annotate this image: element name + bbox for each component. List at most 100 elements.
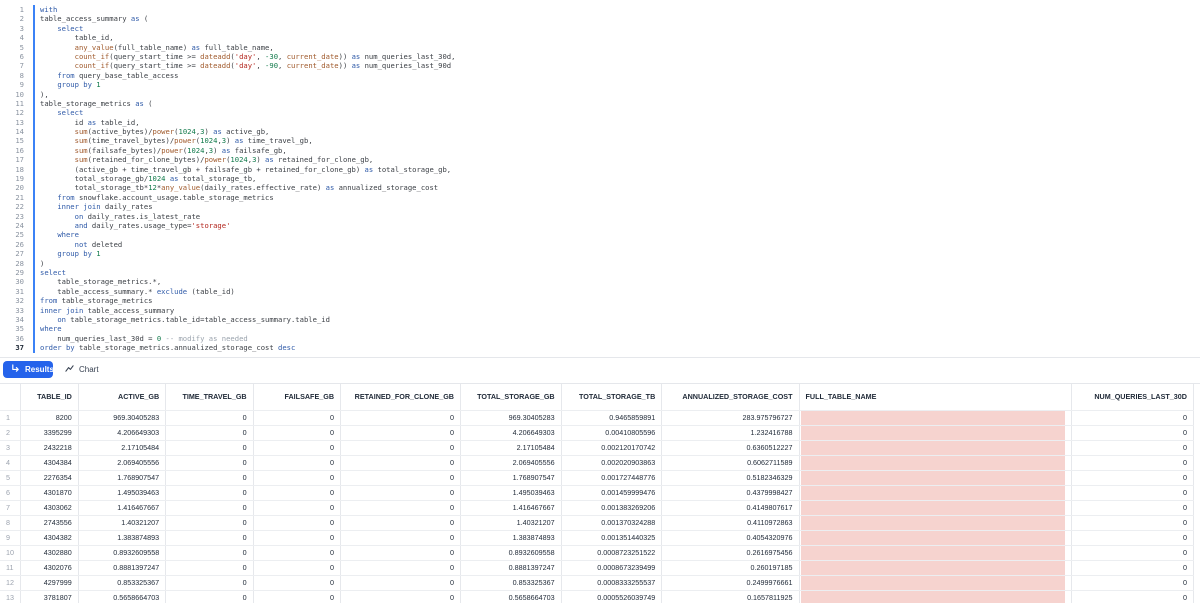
table-row[interactable]: 5 2276354 1.768907547 0 0 0 1.768907547 0.00172…: [0, 470, 1195, 486]
code-line[interactable]: select: [40, 108, 455, 117]
table-cell[interactable]: 0: [165, 485, 254, 501]
table-cell[interactable]: 969.30405283: [78, 410, 167, 426]
code-area[interactable]: with table_access_summary as ( select tab…: [40, 5, 455, 352]
code-line[interactable]: and daily_rates.usage_type='storage': [40, 221, 455, 230]
table-cell[interactable]: 1.495039463: [78, 485, 167, 501]
table-cell[interactable]: 1.768907547: [78, 470, 167, 486]
table-cell[interactable]: 3395299: [20, 425, 79, 441]
code-line[interactable]: table_storage_metrics.*,: [40, 277, 455, 286]
table-cell[interactable]: 0.5658664703: [78, 590, 167, 603]
table-cell[interactable]: 0: [340, 425, 461, 441]
code-line[interactable]: on table_storage_metrics.table_id=table_…: [40, 315, 455, 324]
column-header[interactable]: FAILSAFE_GB: [253, 384, 342, 411]
table-cell[interactable]: 0.00410805596: [561, 425, 663, 441]
table-cell[interactable]: 2.17105484: [78, 440, 167, 456]
column-header[interactable]: ACTIVE_GB: [78, 384, 167, 411]
table-cell[interactable]: 0: [253, 440, 342, 456]
table-cell[interactable]: 0: [165, 470, 254, 486]
redacted-table-name-cell[interactable]: [799, 530, 1072, 546]
table-cell[interactable]: 4304382: [20, 530, 79, 546]
code-line[interactable]: where: [40, 230, 455, 239]
tab-results[interactable]: Results: [3, 361, 54, 378]
table-cell[interactable]: 0.4379998427: [661, 485, 800, 501]
table-cell[interactable]: 0: [253, 425, 342, 441]
table-row[interactable]: 12 4297999 0.853325367 0 0 0 0.853325367 0.0008…: [0, 575, 1195, 591]
table-cell[interactable]: 1.383874893: [78, 530, 167, 546]
code-line[interactable]: on daily_rates.is_latest_rate: [40, 212, 455, 221]
column-header[interactable]: RETAINED_FOR_CLONE_GB: [340, 384, 461, 411]
table-cell[interactable]: 0.0008673239499: [561, 560, 663, 576]
table-cell[interactable]: 0.001727448776: [561, 470, 663, 486]
table-cell[interactable]: 4302880: [20, 545, 79, 561]
redacted-table-name-cell[interactable]: [799, 500, 1072, 516]
column-header[interactable]: NUM_QUERIES_LAST_30D: [1071, 384, 1195, 411]
table-cell[interactable]: 283.975796727: [661, 410, 800, 426]
table-cell[interactable]: 1.495039463: [460, 485, 562, 501]
table-cell[interactable]: 0.2499976661: [661, 575, 800, 591]
table-row[interactable]: 10 4302880 0.8932609558 0 0 0 0.8932609558 0.00…: [0, 545, 1195, 561]
redacted-table-name-cell[interactable]: [799, 515, 1072, 531]
table-cell[interactable]: 4304384: [20, 455, 79, 471]
code-line[interactable]: table_storage_metrics as (: [40, 99, 455, 108]
table-cell[interactable]: 0: [253, 590, 342, 603]
table-cell[interactable]: 1.768907547: [460, 470, 562, 486]
table-cell[interactable]: 0: [165, 440, 254, 456]
code-line[interactable]: sum(time_travel_bytes)/power(1024,3) as …: [40, 136, 455, 145]
table-cell[interactable]: 4303062: [20, 500, 79, 516]
table-cell[interactable]: 0.8932609558: [78, 545, 167, 561]
code-line[interactable]: with: [40, 5, 455, 14]
table-cell[interactable]: 0.002120170742: [561, 440, 663, 456]
table-cell[interactable]: 0: [340, 440, 461, 456]
code-line[interactable]: ): [40, 259, 455, 268]
code-line[interactable]: group by 1: [40, 249, 455, 258]
column-header[interactable]: [0, 384, 21, 411]
table-cell[interactable]: 1.383874893: [460, 530, 562, 546]
code-line[interactable]: table_access_summary.* exclude (table_id…: [40, 287, 455, 296]
code-line[interactable]: count_if(query_start_time >= dateadd('da…: [40, 52, 456, 61]
table-row[interactable]: 7 4303062 1.416467667 0 0 0 1.416467667 0.00138…: [0, 500, 1195, 516]
table-cell[interactable]: 2.17105484: [460, 440, 562, 456]
column-header[interactable]: TIME_TRAVEL_GB: [165, 384, 254, 411]
table-cell[interactable]: 1.232416788: [661, 425, 800, 441]
code-line[interactable]: from table_storage_metrics: [40, 296, 455, 305]
table-cell[interactable]: 0: [253, 410, 342, 426]
table-cell[interactable]: 0: [340, 530, 461, 546]
table-cell[interactable]: 0.0008333255537: [561, 575, 663, 591]
code-line[interactable]: table_access_summary as (: [40, 14, 455, 23]
code-line[interactable]: from query_base_table_access: [40, 71, 455, 80]
table-cell[interactable]: 0.260197185: [661, 560, 800, 576]
table-row[interactable]: 3 2432218 2.17105484 0 0 0 2.17105484 0.0021201…: [0, 440, 1195, 456]
redacted-table-name-cell[interactable]: [799, 425, 1072, 441]
table-cell[interactable]: 0: [165, 515, 254, 531]
redacted-table-name-cell[interactable]: [799, 590, 1072, 603]
table-cell[interactable]: 3781807: [20, 590, 79, 603]
table-cell[interactable]: 0.1657811925: [661, 590, 800, 603]
table-cell[interactable]: 0: [165, 500, 254, 516]
tab-chart[interactable]: Chart: [57, 361, 107, 378]
table-cell[interactable]: 0: [1071, 590, 1195, 603]
table-cell[interactable]: 0.001351440325: [561, 530, 663, 546]
table-cell[interactable]: 0: [1071, 500, 1195, 516]
code-line[interactable]: any_value(full_table_name) as full_table…: [40, 43, 455, 52]
table-cell[interactable]: 0.9465859891: [561, 410, 663, 426]
table-cell[interactable]: 0: [340, 590, 461, 603]
code-line[interactable]: total_storage_gb/1024 as total_storage_t…: [40, 174, 455, 183]
table-cell[interactable]: 0: [253, 485, 342, 501]
table-cell[interactable]: 2276354: [20, 470, 79, 486]
table-cell[interactable]: 0: [340, 470, 461, 486]
code-line[interactable]: sum(failsafe_bytes)/power(1024,3) as fai…: [40, 146, 455, 155]
table-cell[interactable]: 0: [340, 500, 461, 516]
code-line[interactable]: id as table_id,: [40, 118, 455, 127]
table-cell[interactable]: 0: [340, 410, 461, 426]
table-cell[interactable]: 0: [253, 455, 342, 471]
table-cell[interactable]: 0.853325367: [78, 575, 167, 591]
table-cell[interactable]: 0: [253, 530, 342, 546]
table-cell[interactable]: 4.206649303: [460, 425, 562, 441]
table-cell[interactable]: 0: [165, 560, 254, 576]
code-line[interactable]: not deleted: [40, 240, 455, 249]
table-cell[interactable]: 0.6360512227: [661, 440, 800, 456]
code-line[interactable]: group by 1: [40, 80, 455, 89]
table-cell[interactable]: 0: [340, 485, 461, 501]
table-cell[interactable]: 2.069405556: [460, 455, 562, 471]
table-cell[interactable]: 0: [1071, 440, 1195, 456]
